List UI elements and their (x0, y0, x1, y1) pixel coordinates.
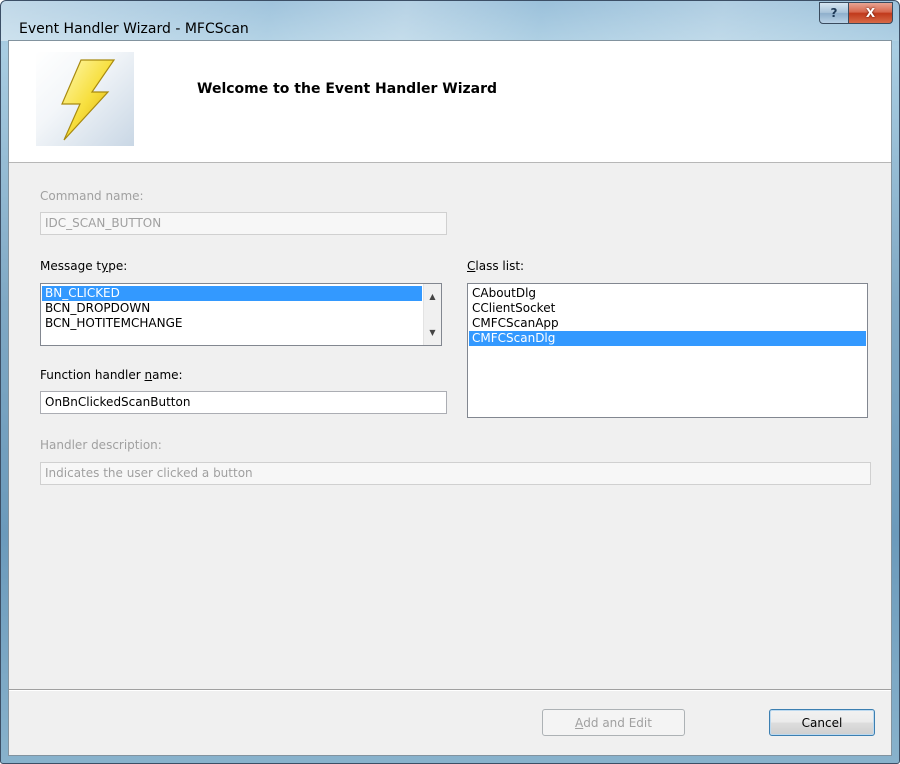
class-list-label: Class list: (467, 259, 525, 273)
help-button[interactable]: ? (819, 2, 849, 24)
function-handler-label: Function handler name: (40, 368, 183, 382)
message-type-scrollbar[interactable]: ▲ ▼ (423, 284, 441, 345)
handler-description-field: Indicates the user clicked a button (40, 462, 871, 485)
list-item[interactable]: CClientSocket (469, 301, 866, 316)
handler-description-label: Handler description: (40, 438, 162, 452)
message-type-label: Message type: (40, 259, 128, 273)
add-and-edit-button[interactable]: Add and Edit (542, 709, 685, 736)
banner-title: Welcome to the Event Handler Wizard (197, 81, 498, 97)
list-item[interactable]: BN_CLICKED (42, 286, 422, 301)
lightning-bolt-icon (36, 52, 134, 146)
command-name-label: Command name: (40, 189, 144, 203)
class-list-listbox[interactable]: CAboutDlg CClientSocket CMFCScanApp CMFC… (467, 283, 868, 418)
dialog-window: Event Handler Wizard - MFCScan ? X Welco… (0, 0, 900, 764)
command-name-field: IDC_SCAN_BUTTON (40, 212, 447, 235)
list-item[interactable]: CAboutDlg (469, 286, 866, 301)
close-button[interactable]: X (848, 2, 893, 24)
list-item[interactable]: CMFCScanApp (469, 316, 866, 331)
list-item[interactable]: CMFCScanDlg (469, 331, 866, 346)
list-item[interactable]: BCN_DROPDOWN (42, 301, 422, 316)
function-handler-field[interactable]: OnBnClickedScanButton (40, 391, 447, 414)
dialog-client-area: Welcome to the Event Handler Wizard Comm… (8, 40, 892, 756)
list-item[interactable]: BCN_HOTITEMCHANGE (42, 316, 422, 331)
cancel-button[interactable]: Cancel (769, 709, 875, 736)
scroll-up-icon[interactable]: ▲ (424, 288, 441, 305)
window-title: Event Handler Wizard - MFCScan (19, 21, 249, 37)
message-type-listbox[interactable]: BN_CLICKED BCN_DROPDOWN BCN_HOTITEMCHANG… (40, 283, 442, 346)
scroll-down-icon[interactable]: ▼ (424, 324, 441, 341)
wizard-banner: Welcome to the Event Handler Wizard (9, 41, 891, 163)
footer-separator (9, 689, 891, 691)
